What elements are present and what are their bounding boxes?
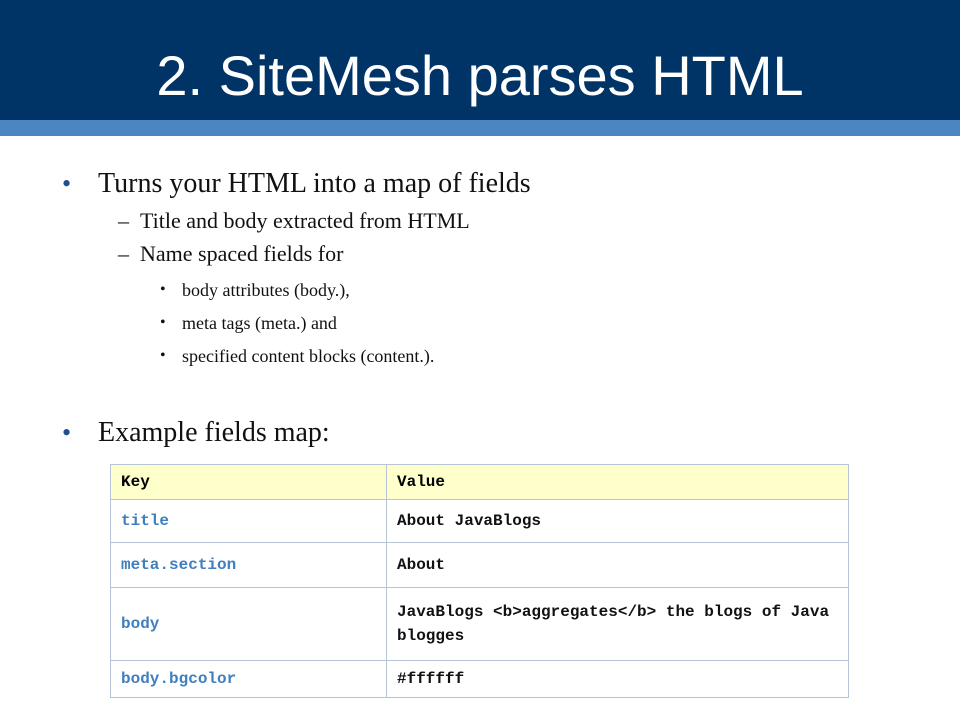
bullet-text: Example fields map: — [98, 417, 330, 448]
dash-marker: – — [118, 208, 129, 233]
bullet-marker: • — [62, 169, 72, 198]
value-cell: JavaBlogs <b>aggregates</b> the blogs of… — [386, 587, 849, 661]
sub-sub-bullet-text: specified content blocks (content.). — [182, 346, 435, 366]
sub-sub-bullet-text: body attributes (body.), — [182, 280, 350, 300]
value-cell: About JavaBlogs — [386, 499, 849, 543]
value-cell: About — [386, 542, 849, 588]
sub-bullet-text: Name spaced fields for — [140, 241, 344, 266]
table-row: title About JavaBlogs — [110, 499, 849, 543]
key-cell: body.bgcolor — [110, 660, 387, 698]
table-row: body JavaBlogs <b>aggregates</b> the blo… — [110, 587, 849, 661]
bullet-marker: • — [160, 281, 166, 298]
sub-bullet-text: Title and body extracted from HTML — [140, 208, 470, 233]
bullet-marker: • — [160, 314, 166, 331]
dash-marker: – — [118, 241, 129, 266]
key-cell: title — [110, 499, 387, 543]
bullet-marker: • — [62, 418, 72, 447]
table-row: body.bgcolor #ffffff — [110, 660, 849, 698]
table-header-row: Key Value — [110, 464, 849, 500]
table-row: meta.section About — [110, 542, 849, 588]
bullet-marker: • — [160, 347, 166, 364]
value-cell: #ffffff — [386, 660, 849, 698]
key-cell: body — [110, 587, 387, 661]
sub-sub-bullet-text: meta tags (meta.) and — [182, 313, 337, 333]
key-cell: meta.section — [110, 542, 387, 588]
fields-map-table: Key Value title About JavaBlogs meta.sec… — [110, 464, 849, 698]
column-header-value: Value — [386, 464, 849, 500]
bullet-text: Turns your HTML into a map of fields — [98, 168, 531, 199]
column-header-key: Key — [110, 464, 387, 500]
